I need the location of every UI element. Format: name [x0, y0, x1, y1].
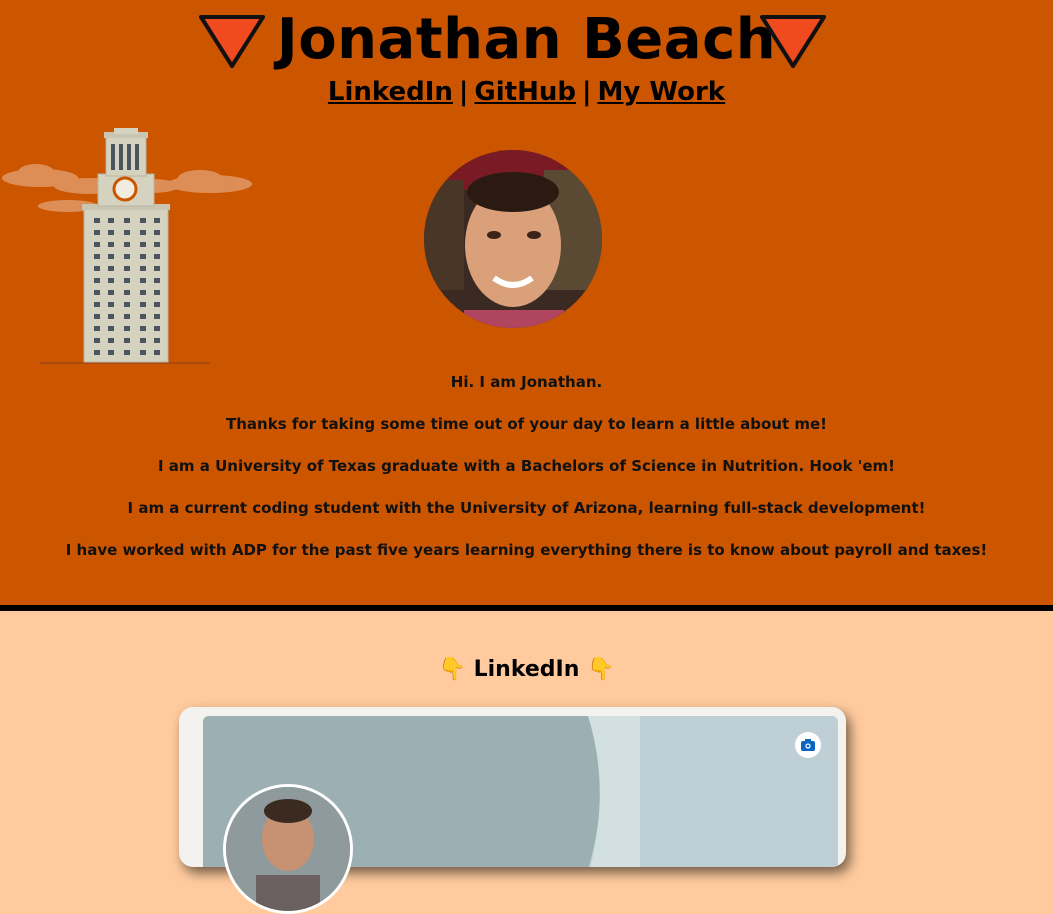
- page-title: Jonathan Beach: [276, 7, 777, 72]
- bio-line: I have worked with ADP for the past five…: [65, 541, 988, 559]
- linkedin-avatar: [223, 784, 353, 914]
- nav-link-linkedin[interactable]: LinkedIn: [328, 77, 453, 107]
- down-triangle-icon: [760, 15, 826, 68]
- bio-line: Hi. I am Jonathan.: [450, 373, 603, 391]
- bio-section: Hi. I am Jonathan. Thanks for taking som…: [0, 373, 1053, 583]
- nav-separator: |: [581, 77, 592, 107]
- bio-line: I am a University of Texas graduate with…: [157, 457, 896, 475]
- bio-line: Thanks for taking some time out of your …: [226, 415, 827, 433]
- pointing-down-hand-icon: 👇: [587, 657, 615, 682]
- nav-separator: |: [458, 77, 469, 107]
- bio-line: I am a current coding student with the U…: [127, 499, 926, 517]
- nav-links: LinkedIn | GitHub | My Work: [0, 74, 1053, 110]
- nav-link-my-work[interactable]: My Work: [597, 77, 725, 107]
- section-title-text: LinkedIn: [473, 657, 580, 682]
- pointing-down-hand-icon: 👇: [438, 657, 466, 682]
- hero-section: Jonathan Beach LinkedIn | GitHub | My Work: [0, 0, 1053, 605]
- profile-photo: [424, 150, 602, 328]
- linkedin-section-title: 👇 LinkedIn 👇: [0, 652, 1053, 688]
- ut-tower-illustration: [2, 128, 252, 364]
- camera-glyph: [801, 739, 815, 751]
- nav-link-github[interactable]: GitHub: [474, 77, 576, 107]
- camera-icon[interactable]: [795, 732, 821, 758]
- title-row: Jonathan Beach: [0, 2, 1053, 78]
